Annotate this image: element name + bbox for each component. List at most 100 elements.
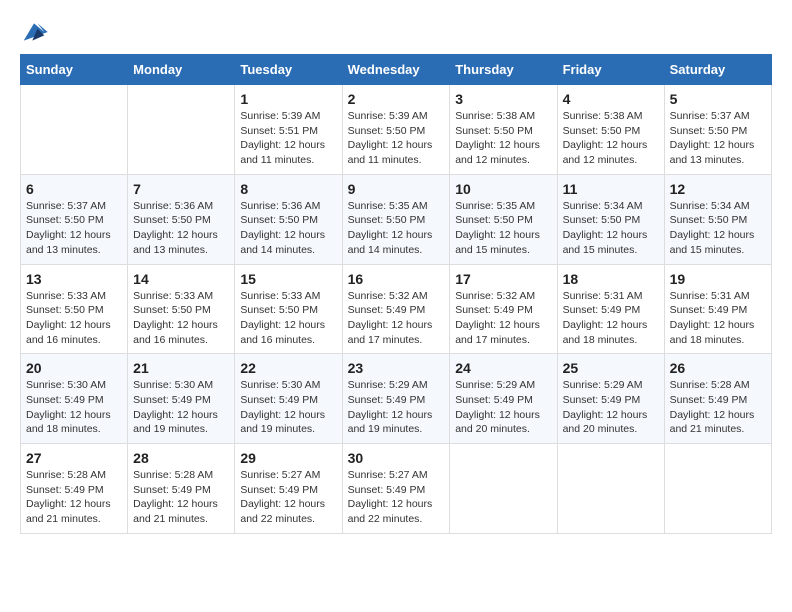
- day-info: Sunrise: 5:28 AM Sunset: 5:49 PM Dayligh…: [133, 468, 229, 527]
- sunrise-text: Sunrise: 5:33 AM: [133, 289, 229, 304]
- sunrise-text: Sunrise: 5:33 AM: [240, 289, 336, 304]
- calendar-cell: 20 Sunrise: 5:30 AM Sunset: 5:49 PM Dayl…: [21, 354, 128, 444]
- calendar-cell: [450, 444, 557, 534]
- calendar-cell: 12 Sunrise: 5:34 AM Sunset: 5:50 PM Dayl…: [664, 174, 771, 264]
- sunset-text: Sunset: 5:49 PM: [240, 483, 336, 498]
- day-number: 2: [348, 91, 445, 107]
- day-info: Sunrise: 5:27 AM Sunset: 5:49 PM Dayligh…: [240, 468, 336, 527]
- calendar-cell: 30 Sunrise: 5:27 AM Sunset: 5:49 PM Dayl…: [342, 444, 450, 534]
- day-number: 14: [133, 271, 229, 287]
- day-info: Sunrise: 5:34 AM Sunset: 5:50 PM Dayligh…: [670, 199, 766, 258]
- daylight-text: Daylight: 12 hours and 13 minutes.: [26, 228, 122, 257]
- sunset-text: Sunset: 5:50 PM: [563, 213, 659, 228]
- day-info: Sunrise: 5:30 AM Sunset: 5:49 PM Dayligh…: [26, 378, 122, 437]
- day-info: Sunrise: 5:38 AM Sunset: 5:50 PM Dayligh…: [563, 109, 659, 168]
- daylight-text: Daylight: 12 hours and 21 minutes.: [670, 408, 766, 437]
- day-number: 28: [133, 450, 229, 466]
- daylight-text: Daylight: 12 hours and 17 minutes.: [455, 318, 551, 347]
- header-day-friday: Friday: [557, 55, 664, 85]
- sunset-text: Sunset: 5:49 PM: [26, 393, 122, 408]
- day-info: Sunrise: 5:35 AM Sunset: 5:50 PM Dayligh…: [348, 199, 445, 258]
- sunrise-text: Sunrise: 5:37 AM: [26, 199, 122, 214]
- sunrise-text: Sunrise: 5:29 AM: [348, 378, 445, 393]
- calendar-cell: [21, 85, 128, 175]
- sunset-text: Sunset: 5:49 PM: [455, 393, 551, 408]
- daylight-text: Daylight: 12 hours and 13 minutes.: [133, 228, 229, 257]
- daylight-text: Daylight: 12 hours and 15 minutes.: [670, 228, 766, 257]
- sunrise-text: Sunrise: 5:39 AM: [240, 109, 336, 124]
- daylight-text: Daylight: 12 hours and 12 minutes.: [563, 138, 659, 167]
- daylight-text: Daylight: 12 hours and 21 minutes.: [26, 497, 122, 526]
- calendar-cell: 13 Sunrise: 5:33 AM Sunset: 5:50 PM Dayl…: [21, 264, 128, 354]
- day-info: Sunrise: 5:28 AM Sunset: 5:49 PM Dayligh…: [670, 378, 766, 437]
- day-info: Sunrise: 5:30 AM Sunset: 5:49 PM Dayligh…: [133, 378, 229, 437]
- calendar-cell: 6 Sunrise: 5:37 AM Sunset: 5:50 PM Dayli…: [21, 174, 128, 264]
- daylight-text: Daylight: 12 hours and 20 minutes.: [563, 408, 659, 437]
- day-number: 4: [563, 91, 659, 107]
- day-info: Sunrise: 5:34 AM Sunset: 5:50 PM Dayligh…: [563, 199, 659, 258]
- calendar-cell: 8 Sunrise: 5:36 AM Sunset: 5:50 PM Dayli…: [235, 174, 342, 264]
- day-number: 19: [670, 271, 766, 287]
- header-day-sunday: Sunday: [21, 55, 128, 85]
- header-row: SundayMondayTuesdayWednesdayThursdayFrid…: [21, 55, 772, 85]
- sunset-text: Sunset: 5:49 PM: [670, 303, 766, 318]
- daylight-text: Daylight: 12 hours and 22 minutes.: [348, 497, 445, 526]
- sunrise-text: Sunrise: 5:35 AM: [348, 199, 445, 214]
- sunrise-text: Sunrise: 5:34 AM: [670, 199, 766, 214]
- sunset-text: Sunset: 5:51 PM: [240, 124, 336, 139]
- daylight-text: Daylight: 12 hours and 12 minutes.: [455, 138, 551, 167]
- day-info: Sunrise: 5:35 AM Sunset: 5:50 PM Dayligh…: [455, 199, 551, 258]
- sunset-text: Sunset: 5:49 PM: [455, 303, 551, 318]
- sunset-text: Sunset: 5:50 PM: [348, 124, 445, 139]
- day-info: Sunrise: 5:32 AM Sunset: 5:49 PM Dayligh…: [455, 289, 551, 348]
- sunset-text: Sunset: 5:49 PM: [563, 303, 659, 318]
- day-number: 15: [240, 271, 336, 287]
- day-number: 13: [26, 271, 122, 287]
- day-number: 10: [455, 181, 551, 197]
- day-number: 6: [26, 181, 122, 197]
- daylight-text: Daylight: 12 hours and 18 minutes.: [563, 318, 659, 347]
- daylight-text: Daylight: 12 hours and 19 minutes.: [240, 408, 336, 437]
- day-number: 9: [348, 181, 445, 197]
- sunset-text: Sunset: 5:50 PM: [26, 213, 122, 228]
- sunrise-text: Sunrise: 5:32 AM: [455, 289, 551, 304]
- sunrise-text: Sunrise: 5:31 AM: [563, 289, 659, 304]
- day-info: Sunrise: 5:31 AM Sunset: 5:49 PM Dayligh…: [563, 289, 659, 348]
- sunrise-text: Sunrise: 5:29 AM: [455, 378, 551, 393]
- sunrise-text: Sunrise: 5:38 AM: [563, 109, 659, 124]
- day-number: 27: [26, 450, 122, 466]
- day-number: 16: [348, 271, 445, 287]
- calendar-cell: 26 Sunrise: 5:28 AM Sunset: 5:49 PM Dayl…: [664, 354, 771, 444]
- sunrise-text: Sunrise: 5:27 AM: [240, 468, 336, 483]
- daylight-text: Daylight: 12 hours and 16 minutes.: [133, 318, 229, 347]
- day-number: 18: [563, 271, 659, 287]
- week-row-1: 6 Sunrise: 5:37 AM Sunset: 5:50 PM Dayli…: [21, 174, 772, 264]
- header-day-tuesday: Tuesday: [235, 55, 342, 85]
- daylight-text: Daylight: 12 hours and 19 minutes.: [348, 408, 445, 437]
- daylight-text: Daylight: 12 hours and 14 minutes.: [240, 228, 336, 257]
- day-info: Sunrise: 5:39 AM Sunset: 5:51 PM Dayligh…: [240, 109, 336, 168]
- sunset-text: Sunset: 5:49 PM: [348, 303, 445, 318]
- sunset-text: Sunset: 5:49 PM: [348, 393, 445, 408]
- day-number: 12: [670, 181, 766, 197]
- calendar-cell: 28 Sunrise: 5:28 AM Sunset: 5:49 PM Dayl…: [128, 444, 235, 534]
- daylight-text: Daylight: 12 hours and 20 minutes.: [455, 408, 551, 437]
- day-info: Sunrise: 5:33 AM Sunset: 5:50 PM Dayligh…: [240, 289, 336, 348]
- day-info: Sunrise: 5:33 AM Sunset: 5:50 PM Dayligh…: [133, 289, 229, 348]
- sunset-text: Sunset: 5:50 PM: [563, 124, 659, 139]
- sunrise-text: Sunrise: 5:30 AM: [133, 378, 229, 393]
- day-number: 8: [240, 181, 336, 197]
- day-info: Sunrise: 5:31 AM Sunset: 5:49 PM Dayligh…: [670, 289, 766, 348]
- calendar-cell: 15 Sunrise: 5:33 AM Sunset: 5:50 PM Dayl…: [235, 264, 342, 354]
- sunrise-text: Sunrise: 5:36 AM: [240, 199, 336, 214]
- day-number: 22: [240, 360, 336, 376]
- daylight-text: Daylight: 12 hours and 18 minutes.: [670, 318, 766, 347]
- week-row-4: 27 Sunrise: 5:28 AM Sunset: 5:49 PM Dayl…: [21, 444, 772, 534]
- calendar-cell: 11 Sunrise: 5:34 AM Sunset: 5:50 PM Dayl…: [557, 174, 664, 264]
- sunrise-text: Sunrise: 5:27 AM: [348, 468, 445, 483]
- calendar-cell: 19 Sunrise: 5:31 AM Sunset: 5:49 PM Dayl…: [664, 264, 771, 354]
- sunrise-text: Sunrise: 5:31 AM: [670, 289, 766, 304]
- sunrise-text: Sunrise: 5:30 AM: [26, 378, 122, 393]
- week-row-0: 1 Sunrise: 5:39 AM Sunset: 5:51 PM Dayli…: [21, 85, 772, 175]
- day-info: Sunrise: 5:29 AM Sunset: 5:49 PM Dayligh…: [563, 378, 659, 437]
